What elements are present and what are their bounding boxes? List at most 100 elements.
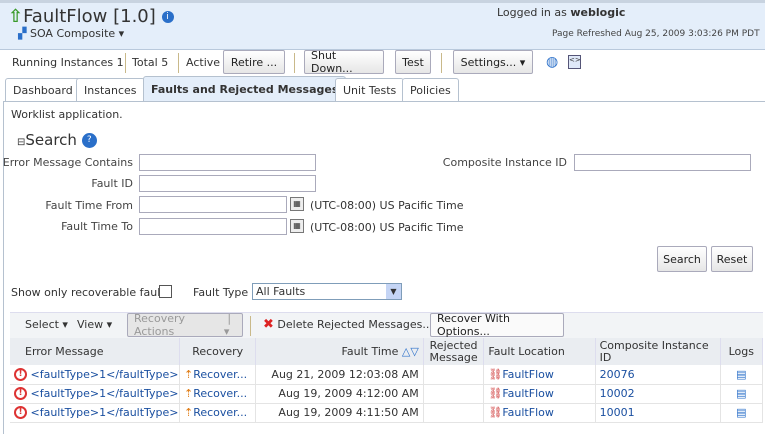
fault-location-link[interactable]: FaultFlow: [502, 368, 554, 381]
fault-time: Aug 19, 2009 4:12:00 AM: [255, 384, 424, 404]
composite-title: ⇧FaultFlow [1.0] i: [8, 6, 174, 27]
log-icon[interactable]: ▤: [720, 365, 764, 385]
search-button[interactable]: Search: [657, 246, 707, 272]
col-fault-location[interactable]: Fault Location: [483, 338, 596, 365]
fault-location-link[interactable]: FaultFlow: [502, 406, 554, 419]
fault-id-input[interactable]: [139, 175, 316, 192]
logged-in-label: Logged in as: [497, 6, 567, 19]
rejected-message: [423, 384, 485, 404]
faults-table: Error Message Recovery Fault Time △▽ Rej…: [10, 338, 764, 423]
composite-instance-link[interactable]: 20076: [600, 368, 635, 381]
composite-flow-icon: ⛓: [488, 406, 503, 419]
settings-button[interactable]: Settings... ▾: [453, 50, 533, 74]
delete-label: Delete Rejected Messages...: [277, 318, 433, 331]
total-count: 5: [161, 56, 169, 69]
running-count: 1: [116, 56, 124, 69]
composite-instance-link[interactable]: 10002: [600, 387, 635, 400]
recoverable-checkbox[interactable]: [159, 285, 172, 298]
separator: [178, 53, 179, 73]
error-message-link[interactable]: <faultType>1</faultType><: [31, 387, 179, 400]
fault-type-label: Fault Type: [193, 286, 249, 299]
composite-id-label: Composite Instance ID: [442, 156, 567, 169]
col-error-message[interactable]: Error Message: [10, 338, 180, 365]
tab-policies[interactable]: Policies: [402, 78, 459, 102]
settings-label: Settings...: [460, 55, 517, 69]
title-text: FaultFlow [1.0]: [23, 6, 156, 27]
fault-time-to-label: Fault Time To: [61, 220, 133, 233]
error-message-link[interactable]: <faultType>1</faultType><: [31, 406, 179, 419]
composite-instance-link[interactable]: 10001: [600, 406, 635, 419]
composite-flow-icon: ⛓: [488, 367, 503, 381]
composite-flow-icon: ⛓: [488, 387, 503, 400]
col-recovery[interactable]: Recovery: [179, 338, 257, 365]
log-icon[interactable]: ▤: [720, 403, 764, 423]
col-rejected-message: Rejected Message: [423, 338, 485, 365]
username[interactable]: weblogic: [570, 6, 625, 19]
view-menu[interactable]: View ▾: [77, 318, 112, 331]
test-button[interactable]: Test: [395, 50, 431, 74]
table-row[interactable]: ! <faultType>1</faultType>< ⇡Recover... …: [10, 403, 764, 423]
separator: [250, 316, 251, 336]
col-logs: Logs: [720, 338, 764, 365]
composite-icon: ▞: [18, 27, 27, 40]
fault-time-from-input[interactable]: [139, 196, 287, 213]
fault-time-from-label: Fault Time From: [45, 199, 133, 212]
reset-button[interactable]: Reset: [711, 246, 753, 272]
composite-id-input[interactable]: [574, 154, 751, 171]
error-message-label: Error Message Contains: [2, 156, 133, 169]
recover-link[interactable]: Recover...: [193, 368, 247, 381]
shutdown-button[interactable]: Shut Down...: [304, 49, 384, 75]
error-icon: !: [14, 368, 27, 381]
page-header: ⇧FaultFlow [1.0] i ▞ SOA Composite ▾ Log…: [0, 0, 765, 50]
retire-button[interactable]: Retire ...: [223, 50, 285, 74]
xml-icon[interactable]: <>: [568, 55, 581, 69]
timezone-label: (UTC-08:00) US Pacific Time: [310, 199, 464, 212]
log-icon[interactable]: ▤: [720, 384, 764, 404]
info-icon[interactable]: i: [161, 11, 174, 23]
rejected-message: [423, 365, 485, 385]
table-row[interactable]: ! <faultType>1</faultType>< ⇡Recover... …: [10, 365, 764, 385]
recoverable-label: Show only recoverable faults: [11, 286, 171, 299]
globe-icon[interactable]: ◍: [546, 54, 558, 70]
table-row[interactable]: ! <faultType>1</faultType>< ⇡Recover... …: [10, 384, 764, 404]
fault-time: Aug 21, 2009 12:03:08 AM: [255, 365, 424, 385]
recover-link[interactable]: Recover...: [193, 387, 247, 400]
recovery-actions-button[interactable]: Recovery Actions |▾: [127, 312, 243, 338]
col-fault-time[interactable]: Fault Time △▽: [255, 338, 424, 365]
calendar-icon[interactable]: ▦: [290, 219, 304, 233]
error-icon: !: [14, 387, 27, 401]
error-message-input[interactable]: [139, 154, 316, 171]
fault-time-to-input[interactable]: [139, 218, 287, 235]
login-info: Logged in as weblogic: [497, 6, 625, 19]
search-header[interactable]: ⊟Search ?: [17, 131, 97, 149]
calendar-icon[interactable]: ▦: [290, 197, 304, 211]
recover-icon: ⇡: [183, 367, 194, 381]
select-menu[interactable]: Select ▾: [25, 318, 68, 331]
active-status: Active: [186, 56, 221, 69]
chevron-down-icon[interactable]: ▼: [386, 284, 401, 299]
soa-composite-menu[interactable]: ▞ SOA Composite ▾: [18, 27, 124, 40]
running-instances: Running Instances 1: [12, 56, 124, 69]
page-refreshed: Page Refreshed Aug 25, 2009 3:03:26 PM P…: [552, 29, 760, 39]
fault-type-select[interactable]: All Faults ▼: [252, 283, 402, 300]
fault-location-link[interactable]: FaultFlow: [502, 387, 554, 400]
delete-rejected-button[interactable]: ✖ Delete Rejected Messages...: [263, 317, 433, 332]
fault-id-label: Fault ID: [91, 177, 133, 190]
search-title: Search: [25, 131, 77, 149]
recover-with-options-button[interactable]: Recover With Options...: [430, 312, 564, 338]
running-label: Running Instances: [12, 56, 114, 69]
timezone-label: (UTC-08:00) US Pacific Time: [310, 221, 464, 234]
error-icon: !: [14, 406, 27, 420]
recover-link[interactable]: Recover...: [193, 406, 247, 419]
fault-time-label: Fault Time: [341, 344, 399, 358]
tab-faults[interactable]: Faults and Rejected Messages: [143, 76, 347, 102]
col-composite-id[interactable]: Composite Instance ID: [595, 338, 721, 365]
help-icon[interactable]: ?: [81, 133, 97, 148]
sort-icon[interactable]: △▽: [402, 345, 419, 358]
error-message-link[interactable]: <faultType>1</faultType><: [31, 368, 179, 381]
tab-instances[interactable]: Instances: [76, 78, 145, 102]
tab-unit-tests[interactable]: Unit Tests: [335, 78, 405, 102]
tab-dashboard[interactable]: Dashboard: [5, 78, 81, 102]
fault-type-value: All Faults: [256, 285, 306, 298]
up-arrow-icon: ⇧: [8, 6, 24, 27]
